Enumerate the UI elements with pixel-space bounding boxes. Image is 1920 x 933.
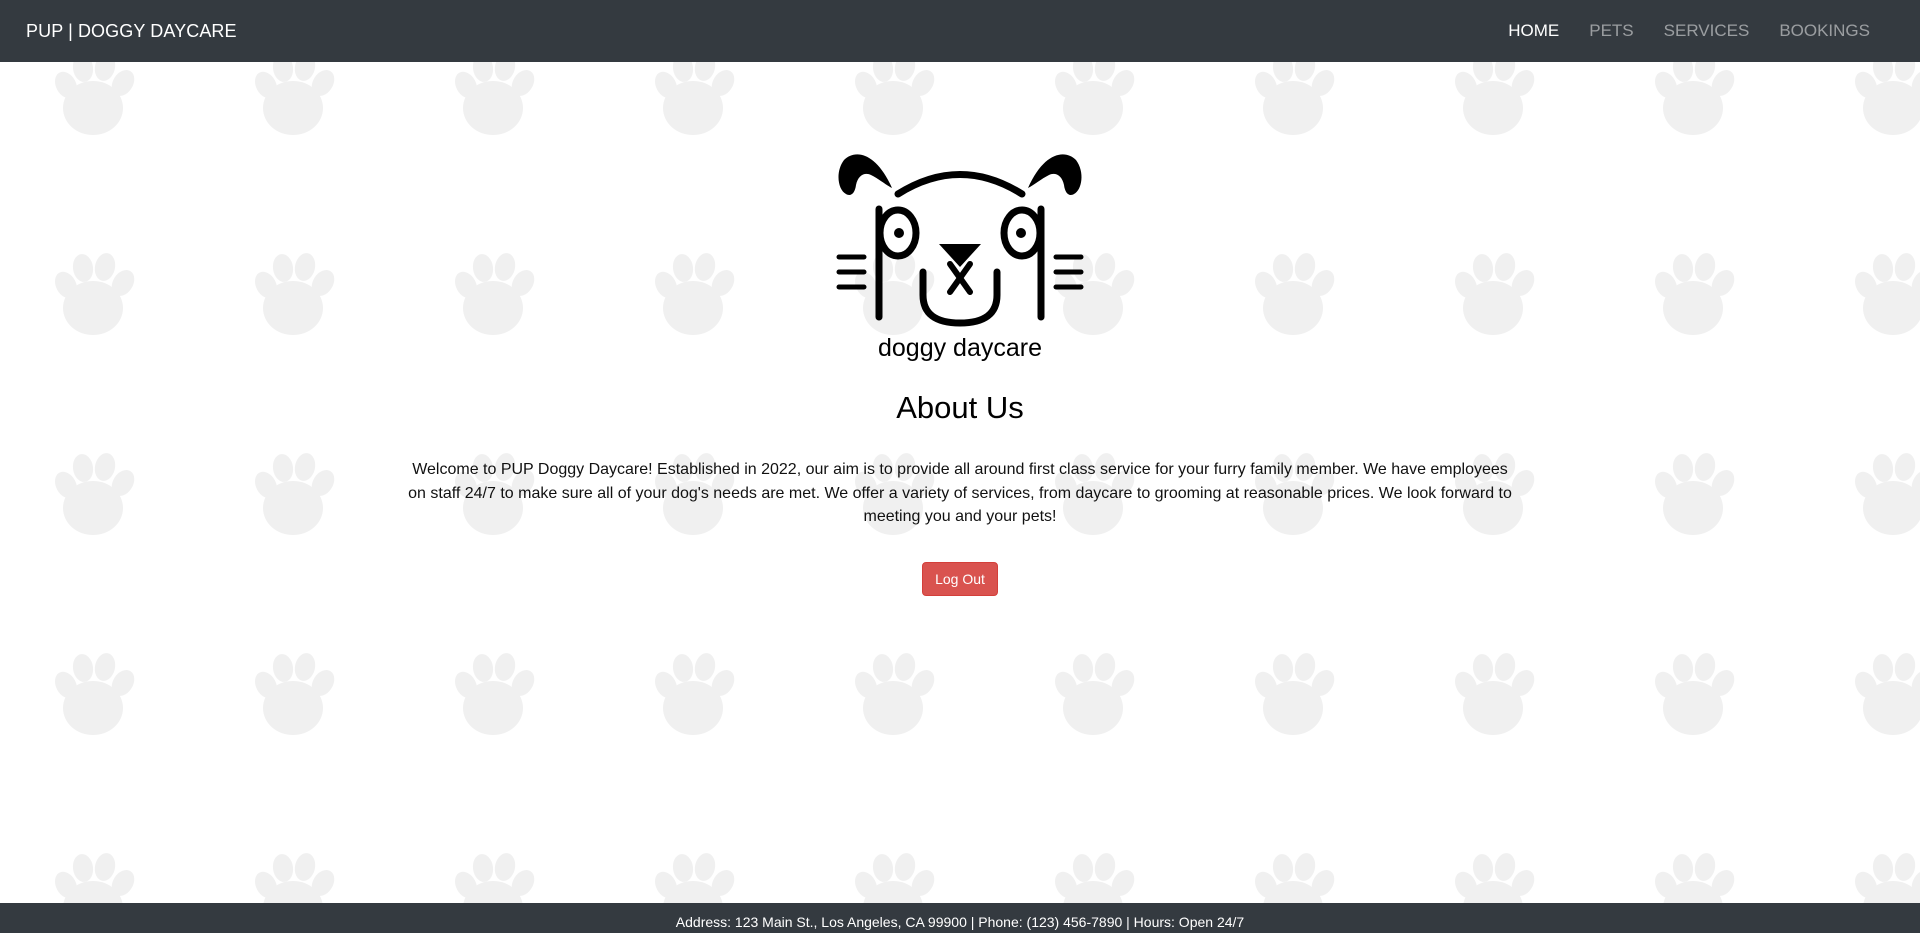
about-description: Welcome to PUP Doggy Daycare! Establishe…	[408, 461, 1512, 525]
logo-caption: doggy daycare	[877, 334, 1042, 362]
top-navbar: PUP | DOGGY DAYCARE HOME PETS SERVICES B…	[0, 0, 1920, 62]
nav-home[interactable]: HOME	[1508, 21, 1559, 41]
logout-button[interactable]: Log Out	[922, 562, 998, 596]
page-title: About Us	[896, 390, 1024, 425]
nav-pets[interactable]: PETS	[1589, 21, 1633, 41]
page-footer: Address: 123 Main St., Los Angeles, CA 9…	[0, 903, 1920, 933]
nose-icon	[939, 244, 981, 267]
nav-bookings[interactable]: BOOKINGS	[1779, 21, 1870, 41]
brand-link[interactable]: PUP | DOGGY DAYCARE	[26, 21, 237, 42]
dog-face-logo-icon	[836, 154, 1084, 327]
right-ear-icon	[1028, 154, 1082, 195]
nav-services[interactable]: SERVICES	[1664, 21, 1750, 41]
left-ear-icon	[838, 154, 892, 195]
nav-links: HOME PETS SERVICES BOOKINGS	[1508, 21, 1894, 41]
footer-contact-info: Address: 123 Main St., Los Angeles, CA 9…	[675, 914, 1245, 930]
